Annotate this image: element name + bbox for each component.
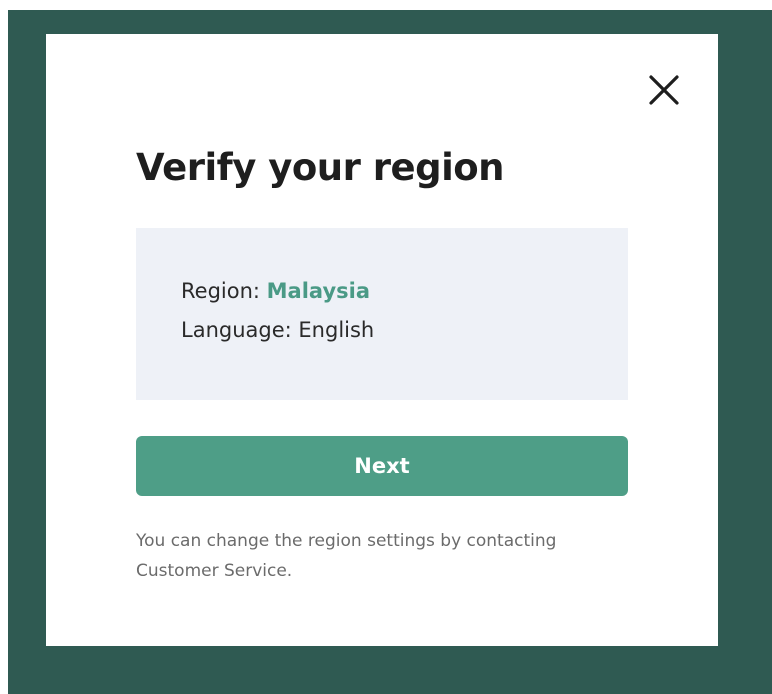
region-value: Malaysia (266, 279, 371, 303)
region-row: Region: Malaysia (181, 272, 628, 311)
language-row: Language: English (181, 311, 628, 350)
dialog-title: Verify your region (136, 146, 505, 189)
next-button[interactable]: Next (136, 436, 628, 496)
helper-text: You can change the region settings by co… (136, 531, 557, 581)
verify-region-dialog: Verify your region Region: Malaysia Lang… (46, 34, 718, 646)
region-info-box: Region: Malaysia Language: English (136, 228, 628, 400)
language-value: English (298, 318, 375, 342)
region-label: Region: (181, 279, 260, 303)
close-button[interactable] (646, 72, 682, 108)
close-icon (649, 75, 679, 105)
language-label: Language: (181, 318, 292, 342)
